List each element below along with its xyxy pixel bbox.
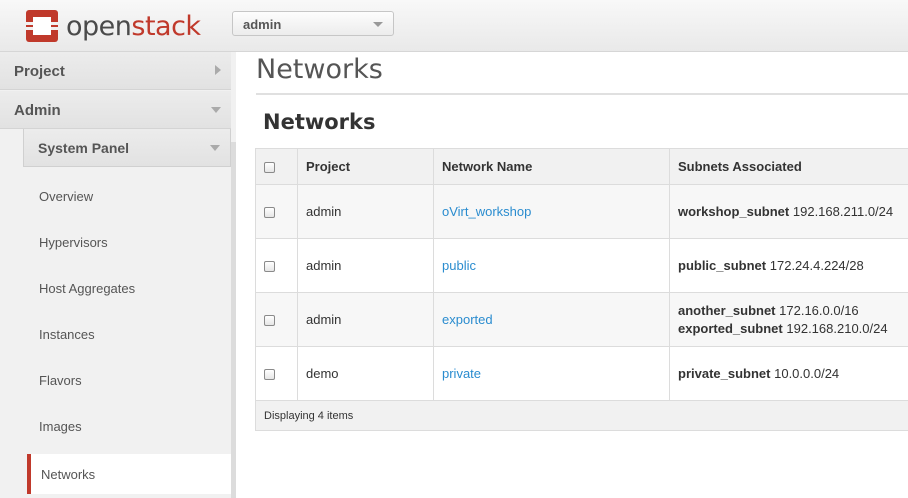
sidebar-scrollbar[interactable] [231, 142, 236, 498]
openstack-logo[interactable]: openstack [22, 10, 201, 42]
top-bar: openstack admin [0, 0, 908, 52]
networks-table: Project Network Name Subnets Associated … [255, 148, 908, 431]
sidebar-item-networks[interactable]: Networks [27, 454, 236, 494]
logo-text-open: open [66, 10, 132, 42]
row-select-cell [255, 238, 298, 293]
sidebar-panel-label: System Panel [38, 140, 130, 156]
row-checkbox[interactable] [264, 315, 275, 327]
table-header-row: Project Network Name Subnets Associated [255, 148, 908, 185]
logo-text-stack: stack [131, 10, 201, 42]
subnet-cidr: 172.24.4.224/28 [769, 258, 864, 273]
sidebar-panel-system[interactable]: System Panel [23, 129, 231, 167]
project-selector[interactable]: admin [232, 11, 394, 36]
column-header-subnets[interactable]: Subnets Associated [669, 148, 908, 185]
cell-project: admin [297, 238, 434, 293]
chevron-down-icon [210, 145, 220, 151]
subnet-name: private_subnet [678, 366, 771, 381]
row-checkbox[interactable] [264, 261, 275, 273]
table-row: admin exported another_subnet 172.16.0.0… [255, 292, 908, 347]
subnet-name: another_subnet [678, 303, 776, 318]
row-checkbox[interactable] [264, 207, 275, 219]
sidebar-dashboard-admin[interactable]: Admin [0, 91, 231, 129]
cell-network-name: oVirt_workshop [433, 184, 670, 239]
network-link[interactable]: exported [442, 312, 493, 327]
sidebar-project-label: Project [14, 63, 65, 80]
chevron-down-icon [211, 107, 221, 113]
subnet-entry: another_subnet 172.16.0.0/16 [678, 303, 908, 318]
sidebar: Project Admin System Panel Overview Hype… [0, 52, 236, 498]
table-row: admin public public_subnet 172.24.4.224/… [255, 238, 908, 293]
openstack-logo-icon [22, 8, 62, 44]
sidebar-admin-label: Admin [14, 102, 61, 119]
subnet-name: exported_subnet [678, 321, 783, 336]
sidebar-item-overview[interactable]: Overview [39, 189, 93, 204]
sidebar-item-hypervisors[interactable]: Hypervisors [39, 235, 108, 250]
cell-network-name: public [433, 238, 670, 293]
table-item-count: Displaying 4 items [255, 400, 908, 431]
row-checkbox[interactable] [264, 369, 275, 381]
column-header-network-name[interactable]: Network Name [433, 148, 670, 185]
subnet-cidr: 192.168.210.0/24 [786, 321, 888, 336]
network-link[interactable]: oVirt_workshop [442, 204, 531, 219]
openstack-wordmark: openstack [66, 13, 201, 40]
cell-subnets: public_subnet 172.24.4.224/28 [669, 238, 908, 293]
subnet-cidr: 172.16.0.0/16 [779, 303, 859, 318]
table-row: admin oVirt_workshop workshop_subnet 192… [255, 184, 908, 239]
subnet-entry: public_subnet 172.24.4.224/28 [678, 258, 908, 273]
project-selector-value: admin [243, 17, 282, 32]
select-all-cell [255, 148, 298, 185]
cell-subnets: workshop_subnet 192.168.211.0/24 [669, 184, 908, 239]
cell-network-name: exported [433, 292, 670, 347]
sidebar-item-instances[interactable]: Instances [39, 327, 95, 342]
subnet-entry: private_subnet 10.0.0.0/24 [678, 366, 908, 381]
table-title: Networks [263, 110, 376, 134]
cell-subnets: another_subnet 172.16.0.0/16 exported_su… [669, 292, 908, 347]
chevron-right-icon [215, 65, 221, 75]
chevron-down-icon [373, 22, 383, 27]
subnet-entry: workshop_subnet 192.168.211.0/24 [678, 204, 908, 219]
cell-subnets: private_subnet 10.0.0.0/24 [669, 346, 908, 401]
sidebar-item-flavors[interactable]: Flavors [39, 373, 82, 388]
network-link[interactable]: public [442, 258, 476, 273]
cell-network-name: private [433, 346, 670, 401]
page-title: Networks [256, 54, 383, 85]
sidebar-item-host-aggregates[interactable]: Host Aggregates [39, 281, 135, 296]
cell-project: admin [297, 292, 434, 347]
cell-project: admin [297, 184, 434, 239]
subnet-name: workshop_subnet [678, 204, 790, 219]
row-select-cell [255, 346, 298, 401]
table-footer-row: Displaying 4 items [255, 400, 908, 431]
table-row: demo private private_subnet 10.0.0.0/24 [255, 346, 908, 401]
sidebar-dashboard-project[interactable]: Project [0, 52, 231, 90]
subnet-entry: exported_subnet 192.168.210.0/24 [678, 321, 908, 336]
cell-project: demo [297, 346, 434, 401]
select-all-checkbox[interactable] [264, 162, 275, 174]
row-select-cell [255, 292, 298, 347]
subnet-cidr: 10.0.0.0/24 [774, 366, 840, 381]
subnet-name: public_subnet [678, 258, 767, 273]
column-header-project[interactable]: Project [297, 148, 434, 185]
title-divider [256, 93, 908, 95]
subnet-cidr: 192.168.211.0/24 [792, 204, 894, 219]
row-select-cell [255, 184, 298, 239]
sidebar-item-images[interactable]: Images [39, 419, 82, 434]
network-link[interactable]: private [442, 366, 481, 381]
